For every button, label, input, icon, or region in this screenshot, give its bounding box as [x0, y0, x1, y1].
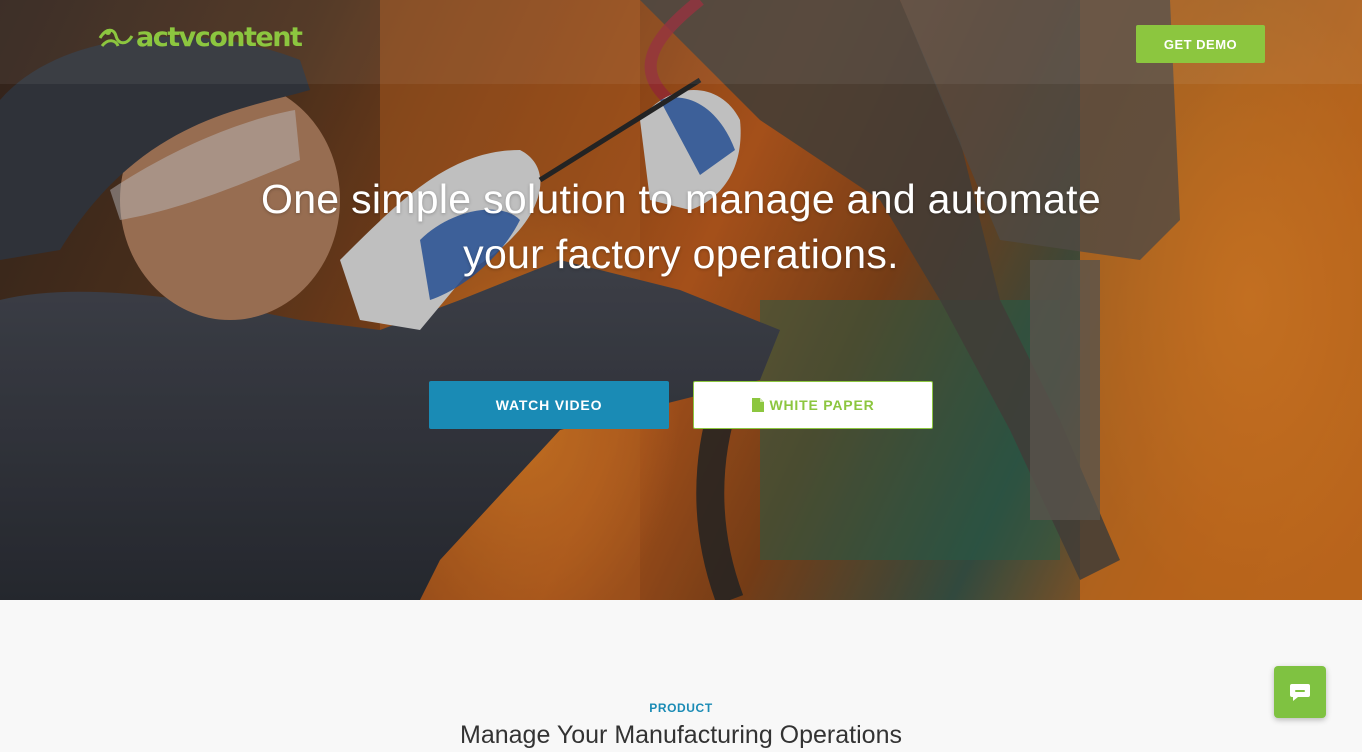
hero-headline: One simple solution to manage and automa…	[261, 176, 1101, 277]
logo-mark-icon	[98, 28, 134, 47]
section-eyebrow: PRODUCT	[649, 701, 713, 715]
hero-overlay	[0, 0, 1362, 600]
logo-wordmark: actvcontent	[136, 22, 303, 53]
hero-section	[0, 0, 1362, 600]
brand-logo[interactable]: actvcontent	[98, 22, 303, 53]
chat-bubble-icon	[1290, 684, 1310, 701]
white-paper-label: WHITE PAPER	[769, 397, 875, 413]
white-paper-button[interactable]: WHITE PAPER	[693, 381, 933, 429]
get-demo-button[interactable]: GET DEMO	[1136, 25, 1265, 63]
section-title: Manage Your Manufacturing Operations	[460, 721, 902, 749]
top-navigation-bar: actvcontent GET DEMO	[0, 0, 1362, 84]
document-icon	[751, 398, 764, 412]
chat-widget-button[interactable]	[1274, 666, 1326, 718]
watch-video-button[interactable]: WATCH VIDEO	[429, 381, 669, 429]
